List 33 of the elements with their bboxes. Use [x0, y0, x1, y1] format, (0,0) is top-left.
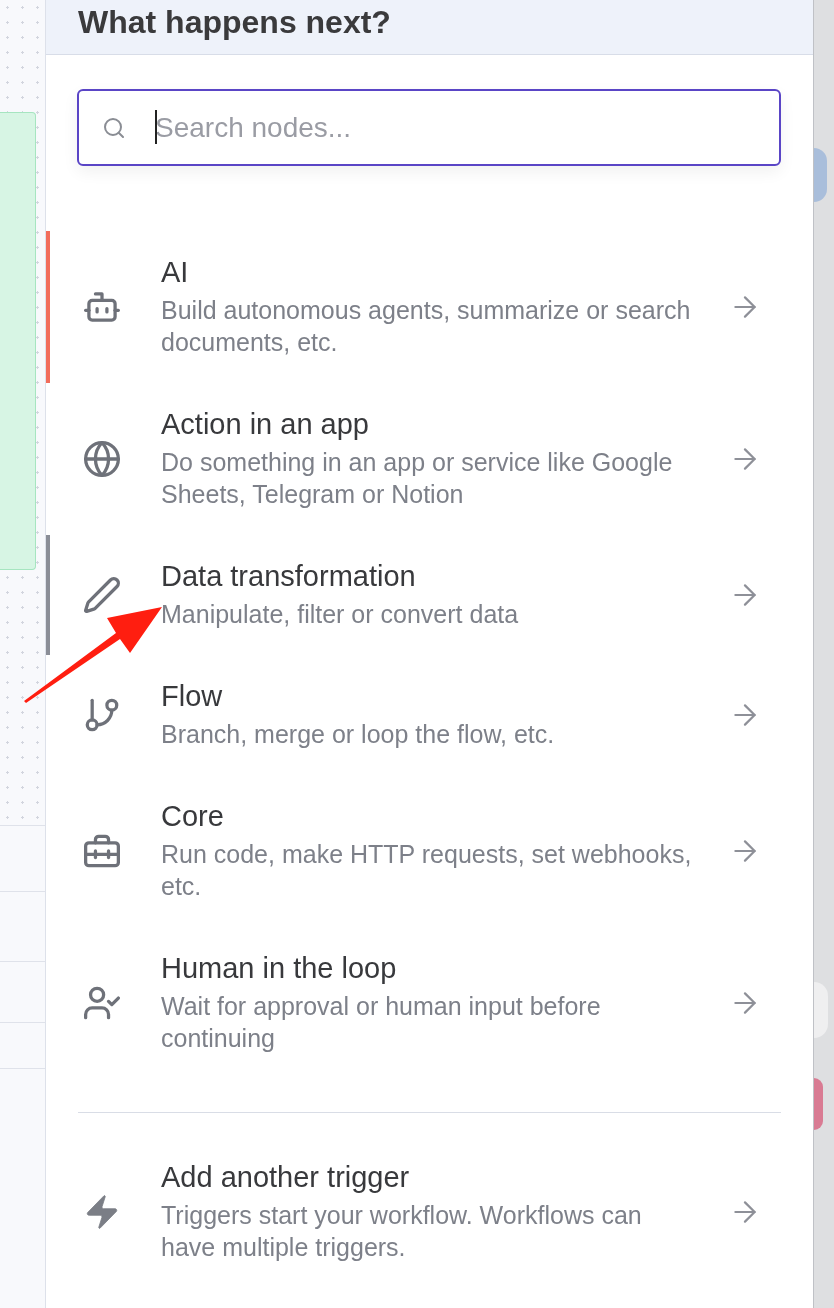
arrow-right-icon[interactable]	[734, 704, 756, 726]
arrow-right-icon[interactable]	[734, 448, 756, 470]
category-title[interactable]: Data transformation	[161, 559, 699, 593]
arrow-right-icon[interactable]	[734, 840, 756, 862]
person-check-icon	[84, 985, 120, 1021]
category-description: Do something in an app or service like Google Sheets, Telegram or Notion	[161, 447, 674, 510]
category-title[interactable]: Add another trigger	[161, 1160, 699, 1194]
workflow-node[interactable]	[0, 112, 36, 570]
toolbox-icon	[84, 833, 120, 869]
arrow-right-icon[interactable]	[734, 1201, 756, 1223]
category-title[interactable]: Core	[161, 799, 699, 833]
arrow-right-icon[interactable]	[734, 296, 756, 318]
category-description: Triggers start your workflow. Workflows can have multiple triggers.	[161, 1200, 643, 1263]
lightning-icon	[84, 1194, 120, 1230]
search-icon	[104, 118, 124, 138]
category-title[interactable]: Flow	[161, 679, 699, 713]
branch-icon	[84, 697, 120, 733]
category-description: Wait for approval or human input before continuing	[161, 991, 602, 1054]
category-title[interactable]: Human in the loop	[161, 951, 699, 985]
arrow-right-icon[interactable]	[734, 584, 756, 606]
category-title[interactable]: AI	[161, 255, 699, 289]
panel-title: What happens next?	[78, 3, 391, 42]
category-description: Run code, make HTTP requests, set webhooks, etc.	[161, 839, 693, 902]
search-field[interactable]: Search nodes...	[77, 89, 781, 166]
robot-icon	[84, 289, 120, 325]
text-cursor-icon	[155, 110, 157, 144]
arrow-right-icon[interactable]	[734, 992, 756, 1014]
globe-icon	[84, 441, 120, 477]
pencil-icon	[84, 577, 120, 613]
category-description: Manipulate, filter or convert data	[161, 599, 520, 630]
category-description: Build autonomous agents, summarize or search documents, etc.	[161, 295, 692, 358]
category-description: Branch, merge or loop the flow, etc.	[161, 719, 556, 750]
category-title[interactable]: Action in an app	[161, 407, 699, 441]
